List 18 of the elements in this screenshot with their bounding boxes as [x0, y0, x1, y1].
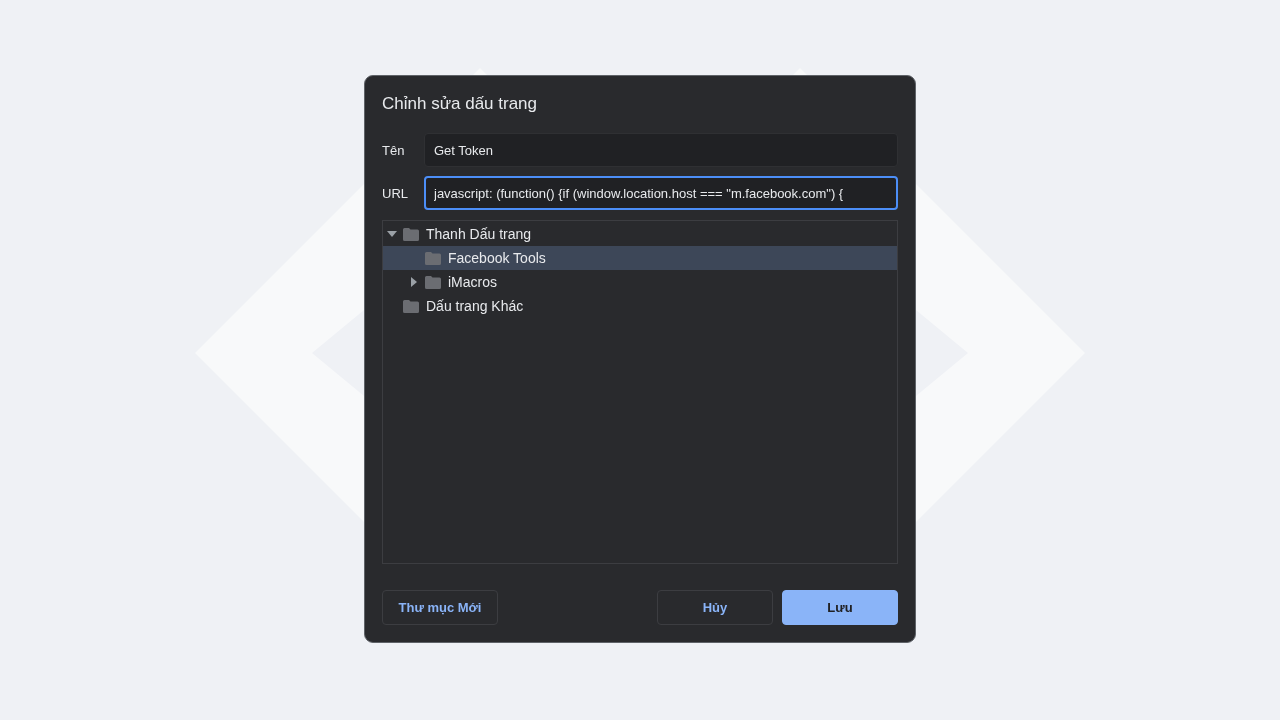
folder-tree-item[interactable]: Thanh Dấu trang — [383, 222, 897, 246]
folder-icon — [425, 275, 441, 289]
folder-icon — [403, 227, 419, 241]
text-field[interactable]: Get Token — [424, 133, 898, 167]
folder-icon — [425, 251, 441, 265]
field-label: Tên — [382, 142, 406, 158]
dialog-button[interactable]: Lưu — [782, 590, 898, 625]
dialog-title: Chỉnh sửa dấu trang — [382, 94, 539, 114]
dialog-button[interactable]: Hủy — [657, 590, 773, 625]
caret-down-icon[interactable] — [387, 229, 397, 239]
field-label: URL — [382, 185, 409, 201]
folder-tree-item[interactable]: Dấu trang Khác — [383, 294, 897, 318]
folder-tree-item[interactable]: iMacros — [383, 270, 897, 294]
dialog-button[interactable]: Thư mục Mới — [382, 590, 498, 625]
folder-icon — [403, 299, 419, 313]
folder-tree-item[interactable]: Facebook Tools — [383, 246, 897, 270]
text-field[interactable]: javascript: (function() {if (window.location.host === "m.facebook.com") { — [424, 176, 898, 210]
caret-right-icon[interactable] — [409, 277, 419, 287]
